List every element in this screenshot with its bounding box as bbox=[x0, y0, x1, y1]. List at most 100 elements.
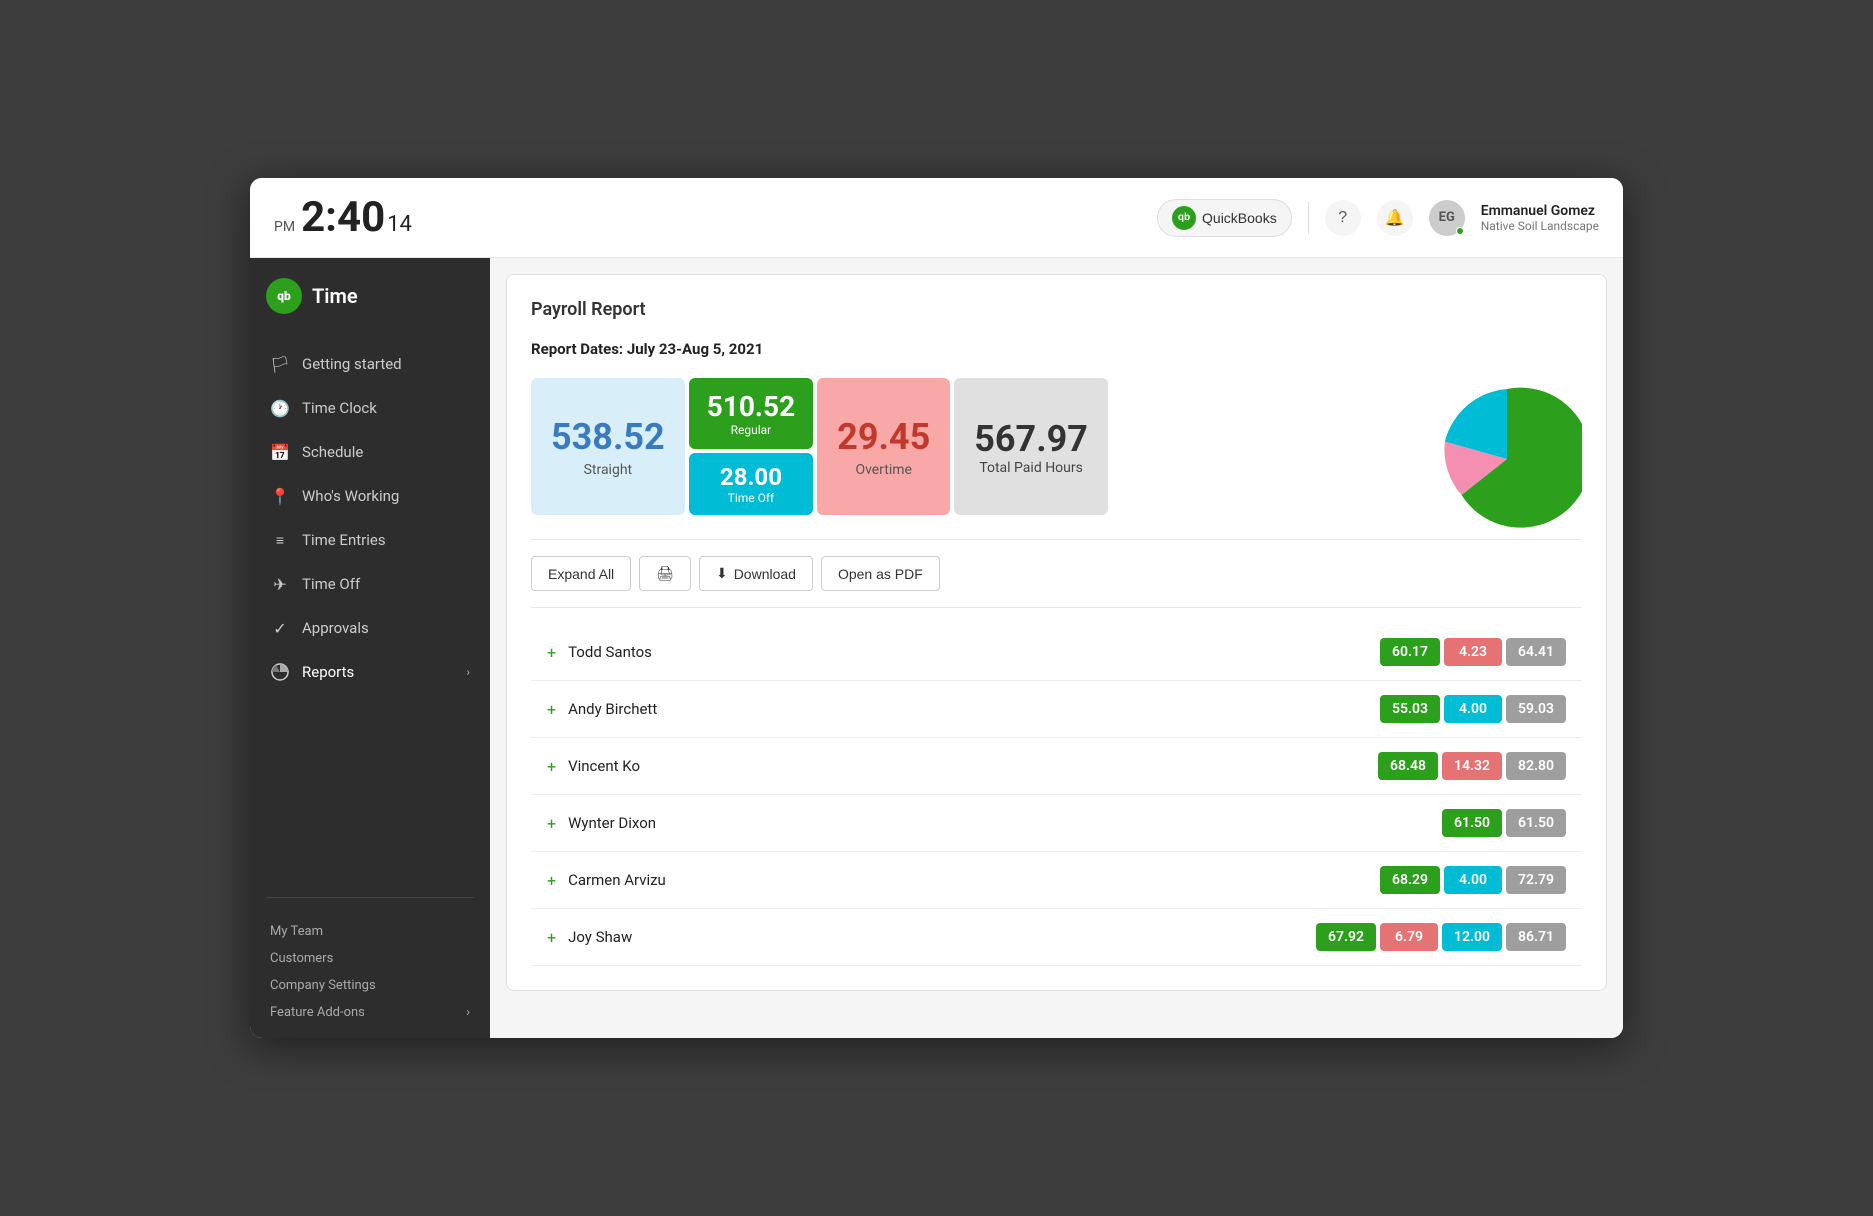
app-frame: PM 2:40 14 qb QuickBooks ? 🔔 EG Emmanuel… bbox=[250, 178, 1623, 1038]
expand-row-icon[interactable]: + bbox=[547, 814, 556, 833]
sidebar-item-time-entries[interactable]: ≡ Time Entries bbox=[250, 518, 490, 562]
sidebar-item-label: Time Clock bbox=[302, 399, 470, 417]
online-indicator bbox=[1456, 227, 1464, 235]
sidebar-item-approvals[interactable]: ✓ Approvals bbox=[250, 606, 490, 650]
list-icon: ≡ bbox=[270, 530, 290, 550]
badge-timeoff: 12.00 bbox=[1442, 923, 1502, 951]
badge-timeoff: 4.00 bbox=[1444, 866, 1502, 894]
calendar-icon: 📅 bbox=[270, 442, 290, 462]
top-bar-right: qb QuickBooks ? 🔔 EG Emmanuel Gomez Nati… bbox=[1157, 199, 1599, 237]
quickbooks-label: QuickBooks bbox=[1202, 210, 1277, 226]
clock-display: PM 2:40 14 bbox=[274, 193, 412, 242]
table-row: + Carmen Arvizu 68.29 4.00 72.79 bbox=[531, 852, 1582, 909]
sidebar-item-label: Time Off bbox=[302, 575, 470, 593]
sidebar-item-label: Time Entries bbox=[302, 531, 470, 549]
download-button[interactable]: ⬇ Download bbox=[699, 556, 813, 591]
sidebar-logo: qb Time bbox=[250, 258, 490, 334]
notifications-button[interactable]: 🔔 bbox=[1377, 200, 1413, 236]
badge-regular: 68.29 bbox=[1380, 866, 1440, 894]
sidebar-item-time-off[interactable]: ✈ Time Off bbox=[250, 562, 490, 606]
sidebar-divider bbox=[266, 897, 474, 898]
stats-row: 538.52 Straight 510.52 Regular 28.00 bbox=[531, 378, 1108, 515]
chart-icon bbox=[270, 662, 290, 682]
employee-name: Todd Santos bbox=[568, 643, 1380, 661]
expand-row-icon[interactable]: + bbox=[547, 643, 556, 662]
logo-icon: qb bbox=[266, 278, 302, 314]
stat-timeoff-label: Time Off bbox=[728, 491, 775, 505]
expand-row-icon[interactable]: + bbox=[547, 700, 556, 719]
download-icon: ⬇ bbox=[716, 565, 728, 582]
sidebar-footer-feature-addons[interactable]: Feature Add-ons › bbox=[270, 999, 470, 1026]
badge-total: 61.50 bbox=[1506, 809, 1566, 837]
logo-qb-text: qb bbox=[277, 289, 291, 303]
sidebar-item-schedule[interactable]: 📅 Schedule bbox=[250, 430, 490, 474]
help-icon: ? bbox=[1338, 209, 1347, 227]
stat-straight-label: Straight bbox=[584, 462, 633, 478]
expand-row-icon[interactable]: + bbox=[547, 757, 556, 776]
open-pdf-button[interactable]: Open as PDF bbox=[821, 556, 940, 591]
badge-regular: 61.50 bbox=[1442, 809, 1502, 837]
user-company: Native Soil Landscape bbox=[1481, 219, 1599, 233]
stat-total-label: Total Paid Hours bbox=[979, 460, 1083, 476]
sidebar-footer-my-team[interactable]: My Team bbox=[270, 918, 470, 945]
sidebar-nav: 🏳 Getting started 🕐 Time Clock 📅 Schedul… bbox=[250, 334, 490, 889]
stat-total-value: 567.97 bbox=[974, 418, 1088, 460]
sidebar-item-getting-started[interactable]: 🏳 Getting started bbox=[250, 342, 490, 386]
badge-regular: 67.92 bbox=[1316, 923, 1376, 951]
clock-time: 2:40 bbox=[301, 193, 385, 242]
employee-name: Carmen Arvizu bbox=[568, 871, 1380, 889]
user-info: Emmanuel Gomez Native Soil Landscape bbox=[1481, 203, 1599, 233]
plane-icon: ✈ bbox=[270, 574, 290, 594]
pie-chart-area bbox=[1432, 384, 1582, 534]
quickbooks-button[interactable]: qb QuickBooks bbox=[1157, 199, 1292, 237]
divider bbox=[1308, 202, 1309, 234]
stat-overtime-value: 29.45 bbox=[837, 416, 930, 458]
hour-badges: 55.03 4.00 59.03 bbox=[1380, 695, 1566, 723]
table-row: + Todd Santos 60.17 4.23 64.41 bbox=[531, 624, 1582, 681]
print-button[interactable]: 🖨 bbox=[639, 556, 691, 591]
badge-total: 86.71 bbox=[1506, 923, 1566, 951]
badge-regular: 68.48 bbox=[1378, 752, 1438, 780]
stat-reg-timeoff-group: 510.52 Regular 28.00 Time Off bbox=[689, 378, 813, 515]
expand-row-icon[interactable]: + bbox=[547, 928, 556, 947]
sidebar-item-label: Schedule bbox=[302, 443, 470, 461]
sidebar: qb Time 🏳 Getting started 🕐 Time Clock 📅… bbox=[250, 258, 490, 1038]
clock-icon: 🕐 bbox=[270, 398, 290, 418]
avatar-initials: EG bbox=[1439, 210, 1455, 225]
sidebar-footer-customers[interactable]: Customers bbox=[270, 945, 470, 972]
table-row: + Andy Birchett 55.03 4.00 59.03 bbox=[531, 681, 1582, 738]
table-row: + Joy Shaw 67.92 6.79 12.00 86.71 bbox=[531, 909, 1582, 966]
stat-straight: 538.52 Straight bbox=[531, 378, 685, 515]
hour-badges: 67.92 6.79 12.00 86.71 bbox=[1316, 923, 1566, 951]
sidebar-item-label: Who's Working bbox=[302, 487, 470, 505]
employee-name: Joy Shaw bbox=[568, 928, 1316, 946]
sidebar-footer-company-settings[interactable]: Company Settings bbox=[270, 972, 470, 999]
sidebar-item-label: Reports bbox=[302, 663, 454, 681]
table-row: + Wynter Dixon 61.50 61.50 bbox=[531, 795, 1582, 852]
expand-row-icon[interactable]: + bbox=[547, 871, 556, 890]
sidebar-item-time-clock[interactable]: 🕐 Time Clock bbox=[250, 386, 490, 430]
check-icon: ✓ bbox=[270, 618, 290, 638]
main-layout: qb Time 🏳 Getting started 🕐 Time Clock 📅… bbox=[250, 258, 1623, 1038]
sidebar-item-whos-working[interactable]: 📍 Who's Working bbox=[250, 474, 490, 518]
stat-timeoff: 28.00 Time Off bbox=[689, 453, 813, 515]
badge-overtime: 4.23 bbox=[1444, 638, 1502, 666]
badge-total: 82.80 bbox=[1506, 752, 1566, 780]
sidebar-item-label: Getting started bbox=[302, 355, 470, 373]
sidebar-item-reports[interactable]: Reports › bbox=[250, 650, 490, 694]
employee-list: + Todd Santos 60.17 4.23 64.41 + Andy Bi… bbox=[531, 624, 1582, 966]
download-label: Download bbox=[734, 566, 796, 582]
badge-total: 64.41 bbox=[1506, 638, 1566, 666]
pin-icon: 📍 bbox=[270, 486, 290, 506]
bell-icon: 🔔 bbox=[1385, 208, 1405, 228]
stat-timeoff-value: 28.00 bbox=[720, 463, 782, 491]
badge-overtime: 14.32 bbox=[1442, 752, 1502, 780]
expand-all-button[interactable]: Expand All bbox=[531, 556, 631, 591]
toolbar: Expand All 🖨 ⬇ Download Open as PDF bbox=[531, 556, 1582, 608]
sidebar-item-label: Approvals bbox=[302, 619, 470, 637]
section-divider bbox=[531, 539, 1582, 540]
sidebar-footer: My Team Customers Company Settings Featu… bbox=[250, 906, 490, 1038]
help-button[interactable]: ? bbox=[1325, 200, 1361, 236]
badge-regular: 55.03 bbox=[1380, 695, 1440, 723]
stat-straight-value: 538.52 bbox=[551, 416, 665, 458]
